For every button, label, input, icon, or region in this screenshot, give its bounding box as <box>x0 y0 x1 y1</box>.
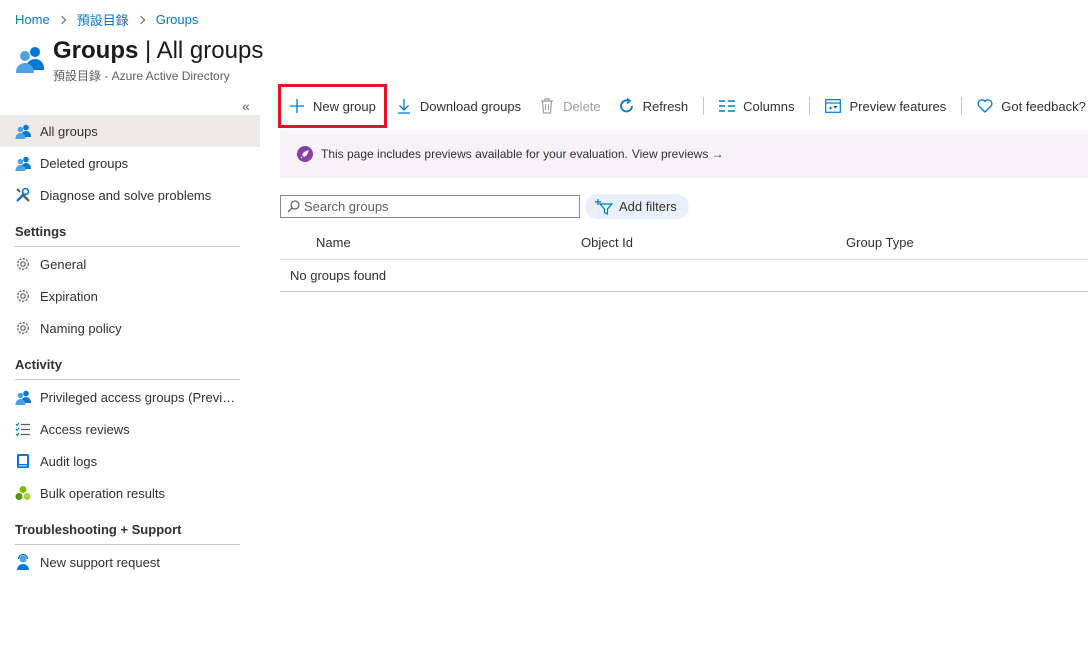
banner-text: This page includes previews available fo… <box>321 147 628 161</box>
toolbar-divider <box>703 97 705 115</box>
sidebar-item-label: Expiration <box>40 288 98 304</box>
gear-icon <box>15 256 31 272</box>
page-subtitle: 預設目錄 - Azure Active Directory <box>53 69 230 83</box>
column-header-name[interactable]: Name <box>316 235 581 250</box>
breadcrumb-directory-link[interactable]: 預設目錄 <box>77 10 129 29</box>
empty-message: No groups found <box>290 268 387 283</box>
chevron-right-icon <box>136 15 145 24</box>
columns-label: Columns <box>743 98 795 114</box>
sidebar-item-expiration[interactable]: Expiration <box>0 280 260 312</box>
feedback-button[interactable]: Got feedback? <box>968 84 1088 128</box>
section-settings-heading: Settings <box>15 211 240 247</box>
rocket-icon <box>297 146 313 162</box>
checklist-icon <box>15 421 31 437</box>
book-icon <box>15 453 31 469</box>
trash-icon <box>539 98 555 114</box>
column-header-group-type[interactable]: Group Type <box>846 235 914 250</box>
refresh-icon <box>619 98 635 114</box>
refresh-label: Refresh <box>642 98 689 114</box>
columns-icon <box>719 98 736 114</box>
preview-features-label: Preview features <box>849 98 947 114</box>
download-groups-label: Download groups <box>419 98 522 114</box>
section-support-heading: Troubleshooting + Support <box>15 509 240 545</box>
sidebar-item-deleted-groups[interactable]: Deleted groups <box>0 147 260 179</box>
page-title: Groups | All groups <box>53 37 264 64</box>
search-box <box>280 195 580 218</box>
new-group-label: New group <box>313 98 376 114</box>
command-bar: New group Download groups Delete Refresh… <box>278 84 1088 128</box>
add-filters-label: Add filters <box>619 199 677 214</box>
sidebar-item-label: General <box>40 256 87 272</box>
view-previews-link[interactable]: View previews → <box>632 147 724 161</box>
preview-banner: This page includes previews available fo… <box>280 130 1088 178</box>
sidebar: All groups Deleted groups Diagnose and s… <box>0 115 260 578</box>
sidebar-item-label: Access reviews <box>40 421 130 437</box>
support-user-icon <box>15 554 31 570</box>
sidebar-item-naming-policy[interactable]: Naming policy <box>0 312 260 344</box>
empty-state-row: No groups found <box>280 260 1088 292</box>
search-input[interactable] <box>304 199 574 214</box>
preview-features-icon <box>825 98 842 114</box>
sidebar-item-label: Bulk operation results <box>40 485 166 501</box>
groups-icon <box>16 47 44 73</box>
feedback-label: Got feedback? <box>1001 98 1086 114</box>
sidebar-item-audit-logs[interactable]: Audit logs <box>0 445 260 477</box>
add-filter-icon <box>595 198 613 215</box>
sidebar-item-access-reviews[interactable]: Access reviews <box>0 413 260 445</box>
sidebar-item-label: Audit logs <box>40 453 98 469</box>
heart-icon <box>977 98 993 114</box>
search-icon <box>287 200 300 213</box>
breadcrumb: Home 預設目錄 Groups <box>15 10 198 29</box>
groups-table: Name Object Id Group Type No groups foun… <box>280 226 1088 292</box>
delete-button[interactable]: Delete <box>530 84 610 128</box>
table-header: Name Object Id Group Type <box>280 226 1088 260</box>
collapse-sidebar-button[interactable]: « <box>242 98 250 114</box>
toolbar-divider <box>809 97 811 115</box>
download-icon <box>396 98 412 114</box>
sidebar-item-diagnose[interactable]: Diagnose and solve problems <box>0 179 260 211</box>
users-icon <box>15 155 31 171</box>
sidebar-item-label: All groups <box>40 123 98 139</box>
users-icon <box>15 123 31 139</box>
new-group-button[interactable]: New group <box>278 84 387 128</box>
cluster-icon <box>15 485 31 501</box>
users-icon <box>15 389 31 405</box>
chevron-right-icon <box>57 15 66 24</box>
page-header: Groups | All groups 預設目錄 - Azure Active … <box>15 38 263 84</box>
download-groups-button[interactable]: Download groups <box>387 84 530 128</box>
plus-icon <box>289 98 305 114</box>
breadcrumb-groups-link[interactable]: Groups <box>156 12 199 27</box>
sidebar-item-bulk-operations[interactable]: Bulk operation results <box>0 477 260 509</box>
preview-features-button[interactable]: Preview features <box>816 84 955 128</box>
add-filters-button[interactable]: Add filters <box>585 194 689 219</box>
sidebar-item-label: Naming policy <box>40 320 122 336</box>
sidebar-item-label: Privileged access groups (Preview) <box>40 389 238 405</box>
toolbar-divider <box>961 97 963 115</box>
sidebar-item-label: Diagnose and solve problems <box>40 187 212 203</box>
refresh-button[interactable]: Refresh <box>610 84 698 128</box>
gear-icon <box>15 320 31 336</box>
columns-button[interactable]: Columns <box>710 84 803 128</box>
section-activity-heading: Activity <box>15 344 240 380</box>
wrench-icon <box>15 187 31 203</box>
delete-label: Delete <box>563 98 601 114</box>
column-header-object-id[interactable]: Object Id <box>581 235 846 250</box>
breadcrumb-home-link[interactable]: Home <box>15 12 50 27</box>
sidebar-item-privileged-access[interactable]: Privileged access groups (Preview) <box>0 381 260 413</box>
gear-icon <box>15 288 31 304</box>
sidebar-item-all-groups[interactable]: All groups <box>0 115 260 147</box>
sidebar-item-new-support-request[interactable]: New support request <box>0 546 260 578</box>
sidebar-item-label: New support request <box>40 554 160 570</box>
groups-page: Home 預設目錄 Groups Groups | All groups 預設目… <box>0 0 1088 660</box>
sidebar-item-label: Deleted groups <box>40 155 129 171</box>
sidebar-item-general[interactable]: General <box>0 248 260 280</box>
